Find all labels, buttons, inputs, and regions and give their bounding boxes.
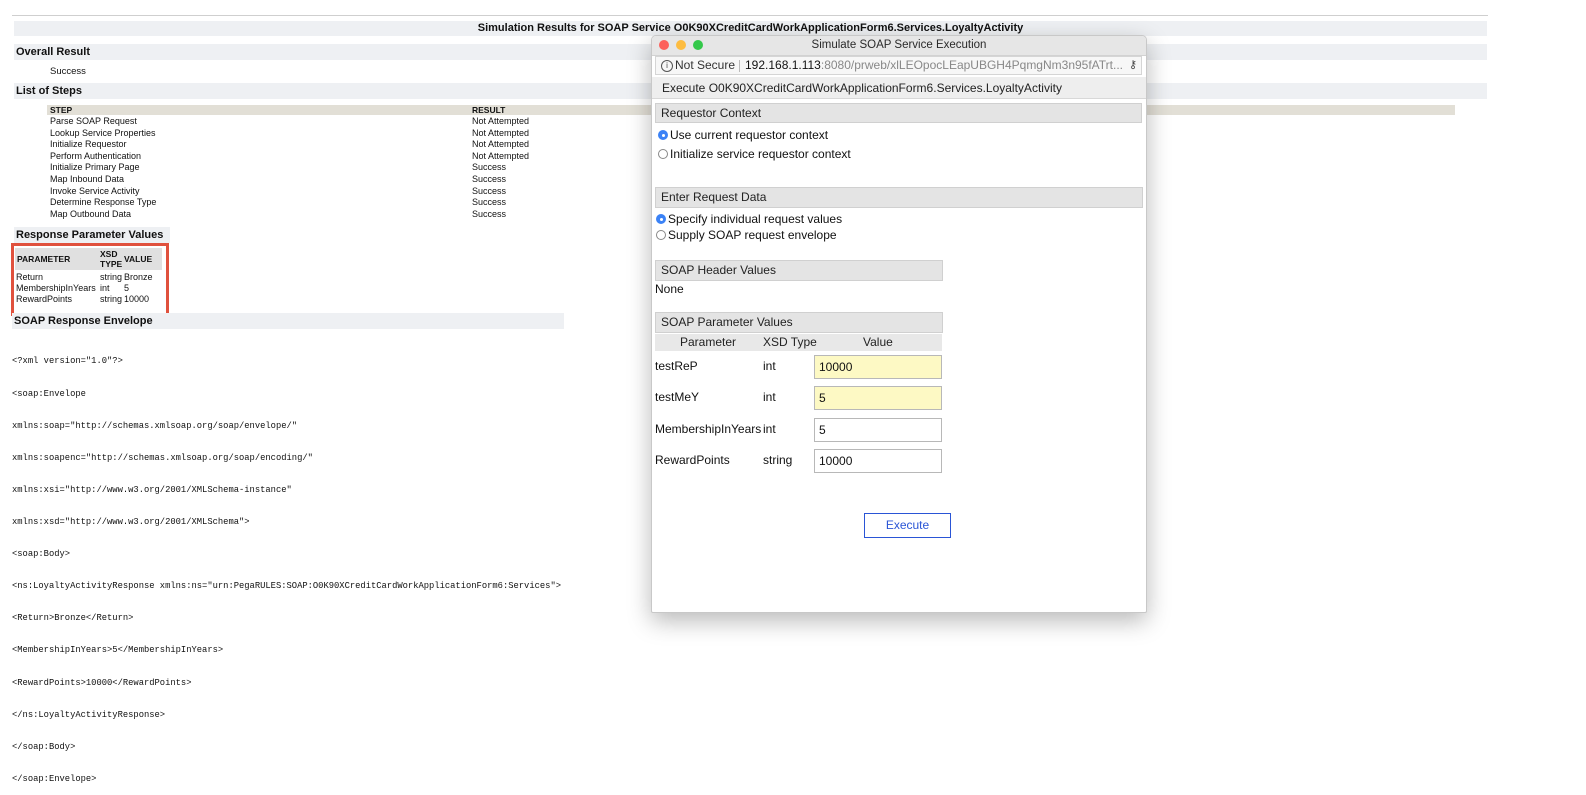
requestor-context-heading: Requestor Context	[655, 103, 1142, 123]
step-result: Success	[472, 173, 507, 184]
step-name: Map Inbound Data	[50, 173, 125, 184]
step-name: Lookup Service Properties	[50, 127, 156, 138]
step-result: Success	[472, 185, 507, 196]
window-titlebar[interactable]: Simulate SOAP Service Execution	[652, 36, 1146, 56]
option-label: Specify individual request values	[668, 212, 843, 226]
membershipinyears-value-input[interactable]	[814, 418, 942, 442]
simulate-soap-window: Simulate SOAP Service Execution i Not Se…	[651, 35, 1147, 613]
step-result: Not Attempted	[472, 116, 530, 126]
rp-param-name: RewardPoints	[16, 294, 73, 304]
step-name: Map Outbound Data	[50, 208, 132, 219]
window-title: Simulate SOAP Service Execution	[811, 39, 987, 51]
results-title: Simulation Results for SOAP Service O0K9…	[14, 21, 1487, 36]
option-label: Use current requestor context	[670, 128, 829, 142]
security-label[interactable]: Not Secure	[675, 57, 735, 74]
step-result: Success	[472, 208, 507, 219]
radio-selected-icon[interactable]	[656, 214, 666, 224]
xml-line: xmlns:xsi="http://www.w3.org/2001/XMLSch…	[12, 484, 292, 495]
radio-unselected-icon[interactable]	[656, 230, 666, 240]
header-values-none: None	[655, 282, 684, 296]
overall-result-value: Success	[50, 66, 86, 77]
option-label: Initialize service requestor context	[670, 147, 851, 161]
soap-envelope-heading: SOAP Response Envelope	[12, 313, 564, 329]
steps-col-step: STEP	[50, 105, 73, 115]
info-icon[interactable]: i	[661, 60, 673, 72]
rp-param-value: 5	[124, 283, 130, 293]
url-host: 192.168.1.113	[745, 58, 821, 72]
step-name: Perform Authentication	[50, 150, 142, 161]
xml-line: <RewardPoints>10000</RewardPoints>	[12, 677, 192, 688]
param-type-testmey: int	[763, 390, 776, 404]
rp-param-type: string	[100, 272, 123, 282]
param-name-testmey: testMeY	[655, 390, 700, 404]
url-text[interactable]: 192.168.1.113:8080/prweb/xlLEOpocLEapUBG…	[745, 57, 1123, 74]
rewardpoints-value-input[interactable]	[814, 449, 942, 473]
xml-line: xmlns:soap="http://schemas.xmlsoap.org/s…	[12, 420, 298, 431]
param-col-xsd-type: XSD Type	[763, 335, 817, 349]
step-name: Determine Response Type	[50, 197, 157, 208]
xml-line: xmlns:soapenc="http://schemas.xmlsoap.or…	[12, 452, 313, 463]
param-col-value: Value	[863, 335, 893, 349]
xml-line: <Return>Bronze</Return>	[12, 613, 134, 624]
url-separator	[739, 60, 740, 72]
param-name-membershipinyears: MembershipInYears	[655, 422, 762, 436]
param-name-testrep: testReP	[655, 359, 698, 373]
rp-param-name: MembershipInYears	[16, 283, 96, 293]
xml-line: <soap:Envelope	[12, 388, 86, 399]
rp-param-type: int	[100, 283, 110, 293]
steps-col-result: RESULT	[472, 105, 506, 115]
testmey-value-input[interactable]	[814, 386, 942, 410]
param-table-header: Parameter XSD Type Value	[655, 334, 942, 351]
response-params-heading: Response Parameter Values	[14, 227, 170, 243]
radio-unselected-icon[interactable]	[658, 149, 668, 159]
address-bar[interactable]: i Not Secure 192.168.1.113:8080/prweb/xl…	[655, 56, 1142, 75]
rp-param-type: string	[100, 294, 123, 304]
key-icon[interactable]: ⚷	[1129, 57, 1137, 74]
soap-parameter-values-heading: SOAP Parameter Values	[655, 312, 943, 333]
xml-line: <MembershipInYears>5</MembershipInYears>	[12, 645, 224, 656]
xml-line: <soap:Body>	[12, 549, 71, 560]
param-col-parameter: Parameter	[680, 335, 737, 349]
steps-result-column: Not Attempted Not Attempted Not Attempte…	[472, 116, 529, 220]
xml-line: </soap:Body>	[12, 741, 76, 752]
step-name: Parse SOAP Request	[50, 116, 137, 126]
execute-header: Execute O0K90XCreditCardWorkApplicationF…	[652, 77, 1146, 99]
step-result: Success	[472, 162, 507, 173]
step-name: Initialize Primary Page	[50, 162, 140, 173]
param-type-rewardpoints: string	[763, 453, 793, 467]
rp-param-value: Bronze	[124, 272, 153, 282]
rp-param-value: 10000	[124, 294, 150, 304]
step-result: Not Attempted	[472, 139, 530, 150]
use-current-requestor-option[interactable]: Use current requestor context	[658, 127, 828, 143]
xml-line: </ns:LoyaltyActivityResponse>	[12, 709, 166, 720]
steps-step-column: Parse SOAP Request Lookup Service Proper…	[50, 116, 156, 220]
step-result: Success	[472, 197, 507, 208]
rp-param-name: Return	[16, 272, 44, 282]
soap-header-values-heading: SOAP Header Values	[655, 260, 943, 281]
step-name: Invoke Service Activity	[50, 185, 140, 196]
xml-line: <?xml version="1.0"?>	[12, 356, 123, 367]
execute-button[interactable]: Execute	[864, 513, 951, 538]
step-name: Initialize Requestor	[50, 139, 127, 150]
testrep-value-input[interactable]	[814, 355, 942, 379]
request-data-heading: Enter Request Data	[655, 187, 1143, 208]
xml-line: <ns:LoyaltyActivityResponse xmlns:ns="ur…	[12, 581, 562, 592]
top-divider	[12, 15, 1488, 16]
xml-line: </soap:Envelope>	[12, 773, 97, 784]
specify-individual-values-option[interactable]: Specify individual request values	[656, 211, 842, 227]
param-name-rewardpoints: RewardPoints	[655, 453, 730, 467]
soap-response-envelope: <?xml version="1.0"?> <soap:Envelope xml…	[12, 335, 561, 795]
xml-line: xmlns:xsd="http://www.w3.org/2001/XMLSch…	[12, 516, 250, 527]
step-result: Not Attempted	[472, 127, 530, 138]
option-label: Supply SOAP request envelope	[668, 228, 837, 242]
param-type-membershipinyears: int	[763, 422, 776, 436]
step-result: Not Attempted	[472, 150, 530, 161]
initialize-service-requestor-option[interactable]: Initialize service requestor context	[658, 146, 851, 162]
url-path: :8080/prweb/xlLEOpocLEapUBGH4PqmgNm3n95f…	[820, 58, 1124, 72]
radio-selected-icon[interactable]	[658, 130, 668, 140]
param-type-testrep: int	[763, 359, 776, 373]
supply-soap-envelope-option[interactable]: Supply SOAP request envelope	[656, 227, 837, 243]
